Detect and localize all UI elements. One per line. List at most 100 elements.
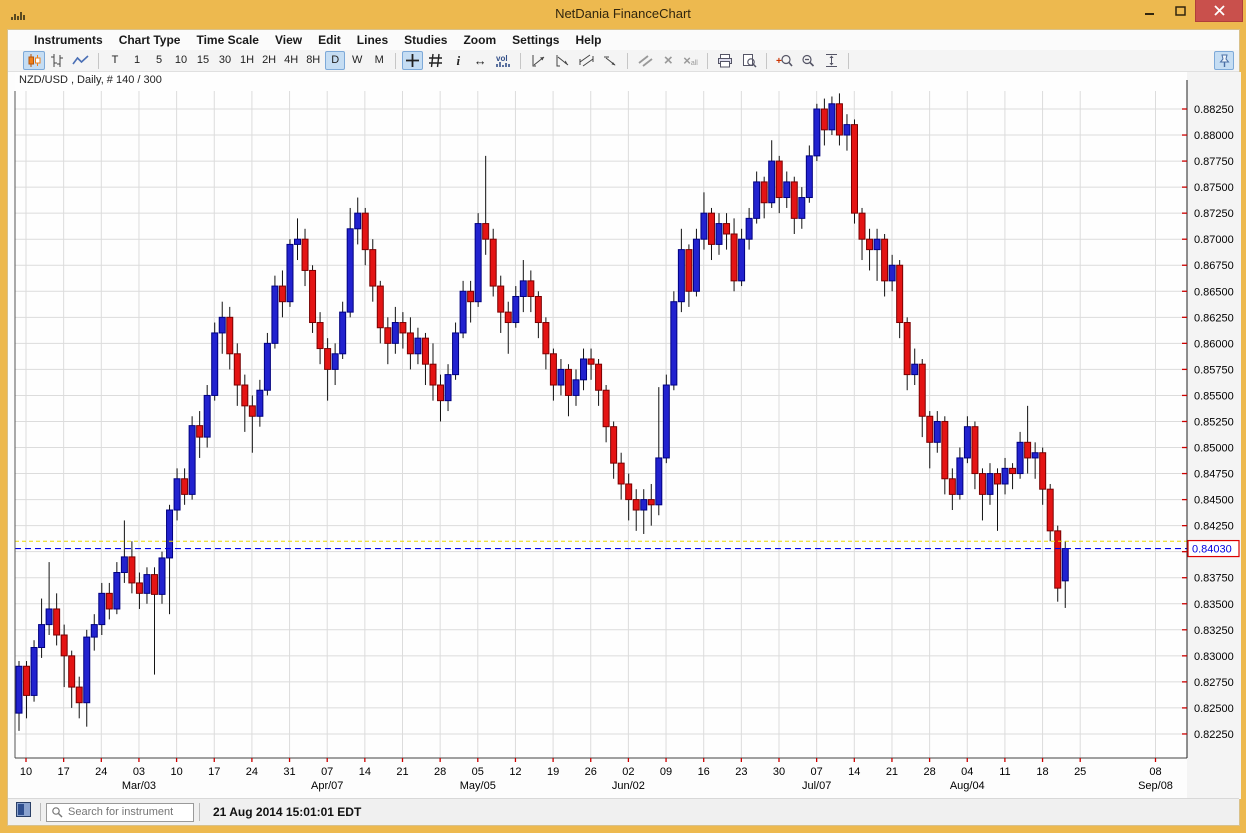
delete-all-lines-button[interactable]: ×all <box>680 51 701 70</box>
title-bar[interactable]: NetDania FinanceChart <box>0 0 1246 29</box>
svg-text:0.84250: 0.84250 <box>1194 521 1234 533</box>
crosshair-button[interactable] <box>402 51 423 70</box>
svg-text:21: 21 <box>886 766 898 778</box>
parallel-icon <box>637 53 653 68</box>
menu-time-scale[interactable]: Time Scale <box>188 31 266 49</box>
candle <box>716 224 722 245</box>
print-button[interactable] <box>714 51 736 70</box>
channel-tool[interactable] <box>575 51 597 70</box>
candle <box>347 229 353 312</box>
print-preview-button[interactable] <box>738 51 760 70</box>
candle <box>264 343 270 390</box>
candle <box>392 323 398 344</box>
candle <box>618 463 624 484</box>
price-chart[interactable]: 0.882500.880000.877500.875000.872500.870… <box>8 72 1241 799</box>
svg-text:Jun/02: Jun/02 <box>612 780 645 792</box>
maximize-button[interactable] <box>1165 0 1195 22</box>
search-input[interactable] <box>66 805 189 819</box>
zoom-in-button[interactable]: + <box>773 51 796 70</box>
timeframe-1m[interactable]: 1 <box>127 51 147 70</box>
timeframe-1h[interactable]: 1H <box>237 51 257 70</box>
candle <box>445 375 451 401</box>
candle <box>84 637 90 703</box>
candle <box>114 573 120 609</box>
instrument-list-icon[interactable] <box>16 802 31 822</box>
svg-text:May/05: May/05 <box>460 780 496 792</box>
instrument-search-box[interactable] <box>46 803 194 822</box>
svg-text:vol: vol <box>496 54 508 63</box>
trendline-down-tool[interactable] <box>551 51 573 70</box>
svg-text:28: 28 <box>923 766 935 778</box>
candle <box>581 359 587 380</box>
print-icon <box>717 54 733 68</box>
candlestick-chart-button[interactable] <box>23 51 45 70</box>
candle <box>611 427 617 463</box>
pin-panel-button[interactable] <box>1214 51 1234 70</box>
candle <box>513 296 519 322</box>
info-button[interactable]: i <box>448 51 468 70</box>
menu-help[interactable]: Help <box>567 31 609 49</box>
menu-settings[interactable]: Settings <box>504 31 567 49</box>
menu-zoom[interactable]: Zoom <box>455 31 504 49</box>
timeframe-tick[interactable]: T <box>105 51 125 70</box>
svg-text:12: 12 <box>509 766 521 778</box>
timeframe-15m[interactable]: 15 <box>193 51 213 70</box>
deletex-icon: × <box>664 53 673 68</box>
timeframe-weekly[interactable]: W <box>347 51 367 70</box>
candle <box>1032 453 1038 458</box>
zoomin-icon: + <box>776 54 793 68</box>
candle <box>596 364 602 390</box>
timeframe-daily[interactable]: D <box>325 51 345 70</box>
svg-text:0.88250: 0.88250 <box>1194 104 1234 116</box>
menu-instruments[interactable]: Instruments <box>26 31 111 49</box>
candle <box>791 182 797 218</box>
candle <box>867 239 873 249</box>
svg-text:28: 28 <box>434 766 446 778</box>
timeframe-monthly[interactable]: M <box>369 51 389 70</box>
ohlc-bar-chart-button[interactable] <box>47 51 67 70</box>
candle <box>686 250 692 292</box>
horizontal-scale-button[interactable]: ↔ <box>470 51 490 70</box>
tlinedown-icon <box>554 53 570 68</box>
fit-vertical-button[interactable] <box>821 51 842 70</box>
ray-tool[interactable] <box>599 51 621 70</box>
menu-studies[interactable]: Studies <box>396 31 455 49</box>
volume-button[interactable]: vol <box>492 51 514 70</box>
svg-text:0.85500: 0.85500 <box>1194 390 1234 402</box>
candle <box>949 479 955 495</box>
line-chart-button[interactable] <box>69 51 92 70</box>
svg-text:19: 19 <box>547 766 559 778</box>
candle <box>656 458 662 505</box>
candle <box>332 354 338 370</box>
timeframe-2h[interactable]: 2H <box>259 51 279 70</box>
trendline-up-tool[interactable] <box>527 51 549 70</box>
svg-text:0.86250: 0.86250 <box>1194 312 1234 324</box>
candle <box>995 474 1001 484</box>
menu-chart-type[interactable]: Chart Type <box>111 31 189 49</box>
timeframe-4h[interactable]: 4H <box>281 51 301 70</box>
svg-text:03: 03 <box>133 766 145 778</box>
menu-edit[interactable]: Edit <box>310 31 349 49</box>
timeframe-30m[interactable]: 30 <box>215 51 235 70</box>
statusbar-separator-2 <box>199 803 200 821</box>
svg-text:09: 09 <box>660 766 672 778</box>
candle <box>422 338 428 364</box>
minimize-button[interactable] <box>1135 0 1165 22</box>
zoom-out-button[interactable] <box>798 51 819 70</box>
grid-toggle-button[interactable] <box>425 51 446 70</box>
svg-text:07: 07 <box>321 766 333 778</box>
candle <box>904 323 910 375</box>
timeframe-10m[interactable]: 10 <box>171 51 191 70</box>
candle <box>964 427 970 458</box>
svg-text:Jul/07: Jul/07 <box>802 780 831 792</box>
timeframe-8h[interactable]: 8H <box>303 51 323 70</box>
close-button[interactable] <box>1195 0 1243 22</box>
menu-view[interactable]: View <box>267 31 310 49</box>
candle <box>174 479 180 510</box>
delete-line-button[interactable]: × <box>658 51 678 70</box>
timeframe-5m[interactable]: 5 <box>149 51 169 70</box>
last-price-marker: 0.84030 <box>1188 541 1239 557</box>
parallel-lines-tool[interactable] <box>634 51 656 70</box>
menu-lines[interactable]: Lines <box>349 31 396 49</box>
svg-text:+: + <box>776 56 782 67</box>
